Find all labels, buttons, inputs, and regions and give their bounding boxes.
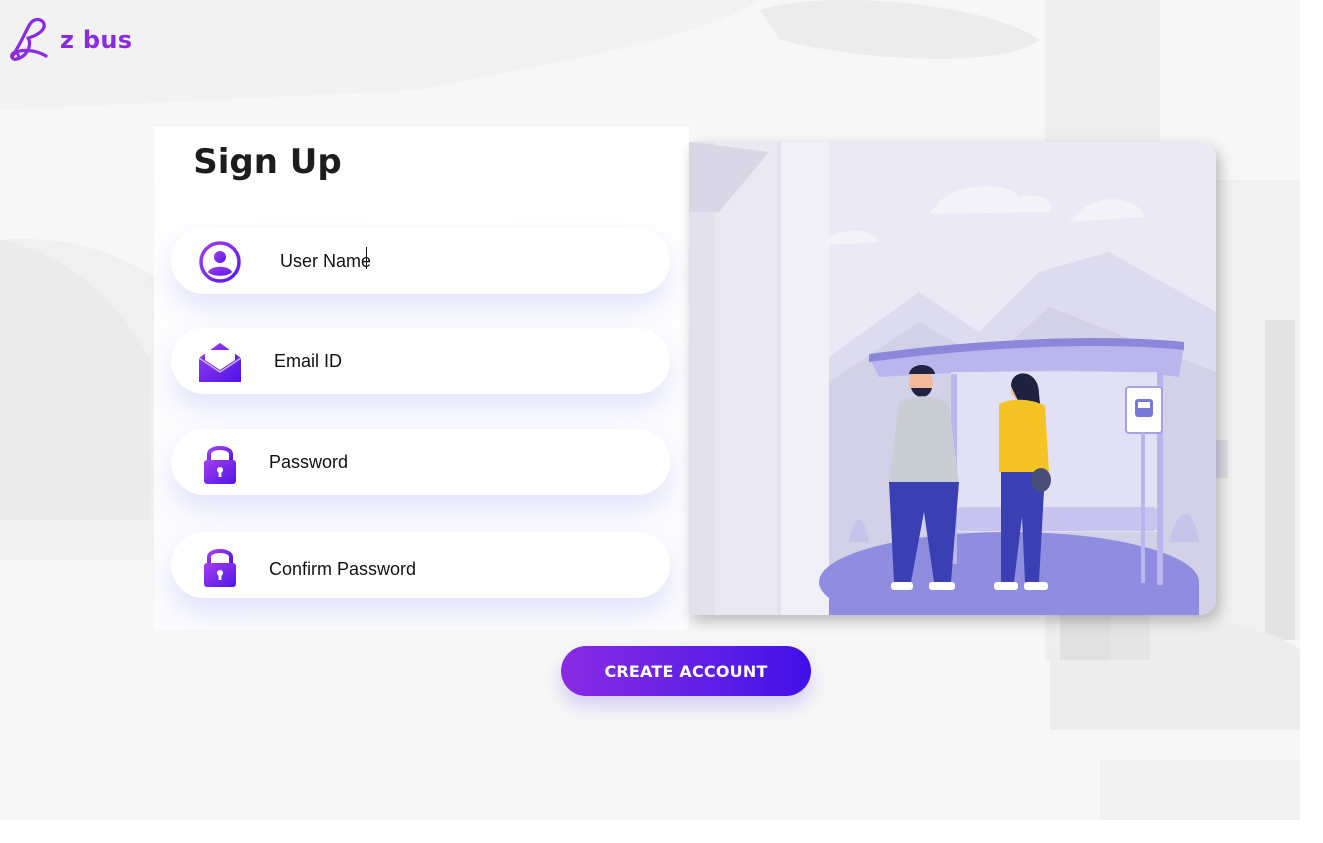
username-field[interactable]	[171, 228, 670, 294]
envelope-icon	[197, 339, 243, 385]
password-field[interactable]	[171, 429, 670, 495]
create-account-button[interactable]: CREATE ACCOUNT	[561, 646, 811, 696]
bus-icon	[1135, 399, 1153, 417]
lock-icon	[197, 543, 243, 589]
page-title: Sign Up	[193, 142, 342, 182]
bus-stop-illustration	[689, 142, 1216, 615]
confirm-password-input[interactable]	[269, 554, 649, 584]
username-input[interactable]	[280, 246, 660, 276]
password-input[interactable]	[269, 447, 649, 477]
text-caret	[366, 247, 367, 269]
brand-name: z bus	[60, 26, 133, 54]
confirm-password-field[interactable]	[171, 532, 670, 598]
lock-icon	[197, 440, 243, 486]
brand-mark-icon	[10, 17, 48, 61]
email-field[interactable]	[171, 328, 670, 394]
brand-logo[interactable]: z bus	[6, 16, 132, 64]
user-circle-icon	[197, 239, 243, 285]
email-input[interactable]	[274, 346, 654, 376]
